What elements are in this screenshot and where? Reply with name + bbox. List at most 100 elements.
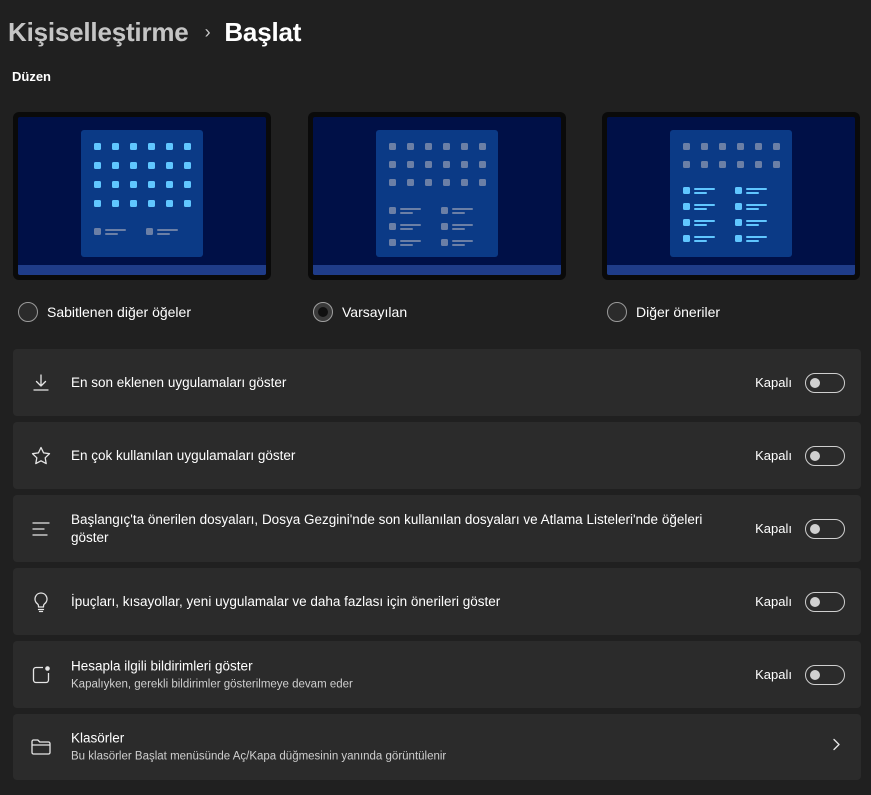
preview-tile <box>389 179 396 186</box>
layout-radio-default[interactable]: Varsayılan <box>313 302 566 322</box>
preview-tile <box>773 161 780 168</box>
preview-tile <box>389 223 396 230</box>
layout-option-more-pins[interactable]: Sabitlenen diğer öğeler <box>13 112 271 322</box>
radio-button[interactable] <box>18 302 38 322</box>
preview-line <box>452 244 465 246</box>
preview-line <box>452 208 473 210</box>
preview-tile <box>701 143 708 150</box>
preview-line <box>746 208 759 210</box>
preview-tile <box>719 143 726 150</box>
tips-toggle[interactable] <box>805 591 845 612</box>
toggle-knob <box>810 377 820 388</box>
setting-title: En son eklenen uygulamaları göster <box>71 374 287 390</box>
most-used-apps-toggle[interactable] <box>805 445 845 466</box>
layout-preview-default[interactable] <box>308 112 566 280</box>
preview-tile <box>719 161 726 168</box>
preview-tile <box>443 161 450 168</box>
layout-option-more-recommendations[interactable]: Diğer öneriler <box>602 112 860 322</box>
preview-line <box>694 224 707 226</box>
list-lines-icon <box>30 518 52 540</box>
setting-folders[interactable]: Klasörler Bu klasörler Başlat menüsünde … <box>13 714 861 780</box>
preview-line <box>746 220 767 222</box>
layout-option-default[interactable]: Varsayılan <box>308 112 566 322</box>
preview-tile <box>683 143 690 150</box>
preview-tile <box>94 181 101 188</box>
breadcrumb-separator-icon: › <box>204 21 211 42</box>
preview-tile <box>479 161 486 168</box>
toggle-group: Kapalı <box>755 445 845 466</box>
setting-text: En son eklenen uygulamaları göster <box>71 374 731 392</box>
radio-button-selected[interactable] <box>313 302 333 322</box>
recent-apps-toggle[interactable] <box>805 372 845 393</box>
layout-preview-more-recommendations[interactable] <box>602 112 860 280</box>
preview-tile <box>389 161 396 168</box>
preview-tile <box>389 239 396 246</box>
preview-tile <box>683 187 690 194</box>
toggle-state-label: Kapalı <box>755 594 792 609</box>
preview-tile <box>112 162 119 169</box>
radio-button[interactable] <box>607 302 627 322</box>
layout-preview-more-pins[interactable] <box>13 112 271 280</box>
preview-tile <box>148 143 155 150</box>
preview-tile <box>94 200 101 207</box>
toggle-state-label: Kapalı <box>755 375 792 390</box>
preview-line <box>157 233 170 235</box>
recommended-files-toggle[interactable] <box>805 518 845 539</box>
preview-line <box>400 224 421 226</box>
preview-tile <box>184 200 191 207</box>
preview-tile <box>683 219 690 226</box>
setting-tips-suggestions[interactable]: İpuçları, kısayollar, yeni uygulamalar v… <box>13 568 861 635</box>
preview-line <box>746 192 759 194</box>
folder-icon <box>30 736 52 758</box>
preview-tile <box>443 143 450 150</box>
preview-tile <box>94 162 101 169</box>
toggle-state-label: Kapalı <box>755 521 792 536</box>
preview-tile <box>130 200 137 207</box>
preview-line <box>105 229 126 231</box>
setting-title: Hesapla ilgili bildirimleri göster <box>71 658 253 673</box>
preview-tile <box>461 161 468 168</box>
preview-line <box>694 220 715 222</box>
preview-tile <box>683 235 690 242</box>
setting-text: Klasörler Bu klasörler Başlat menüsünde … <box>71 730 731 765</box>
preview-tile <box>94 228 101 235</box>
preview-tile <box>773 143 780 150</box>
preview-tile <box>461 143 468 150</box>
chevron-right-icon[interactable] <box>831 738 841 757</box>
setting-subtitle: Kapalıyken, gerekli bildirimler gösteril… <box>71 678 353 690</box>
preview-screen <box>607 117 855 275</box>
setting-title: İpuçları, kısayollar, yeni uygulamalar v… <box>71 593 501 609</box>
account-notifications-toggle[interactable] <box>805 664 845 685</box>
preview-tile <box>479 143 486 150</box>
preview-tile <box>112 143 119 150</box>
setting-recommended-files[interactable]: Başlangıç'ta önerilen dosyaları, Dosya G… <box>13 495 861 562</box>
preview-tile <box>184 162 191 169</box>
settings-page: Kişiselleştirme › Başlat Düzen Sabitlene… <box>0 0 871 795</box>
toggle-knob <box>810 450 820 461</box>
layout-radio-more-recommendations[interactable]: Diğer öneriler <box>607 302 860 322</box>
breadcrumb-parent-link[interactable]: Kişiselleştirme <box>8 17 189 48</box>
preview-tile <box>755 143 762 150</box>
preview-line <box>746 236 767 238</box>
preview-tile <box>441 223 448 230</box>
preview-screen <box>313 117 561 275</box>
setting-subtitle: Bu klasörler Başlat menüsünde Aç/Kapa dü… <box>71 750 447 763</box>
layout-radio-more-pins[interactable]: Sabitlenen diğer öğeler <box>18 302 271 322</box>
preview-line <box>694 208 707 210</box>
preview-tile <box>737 161 744 168</box>
preview-tile <box>389 143 396 150</box>
setting-recent-apps[interactable]: En son eklenen uygulamaları göster Kapal… <box>13 349 861 416</box>
preview-line <box>400 240 421 242</box>
preview-tile <box>148 181 155 188</box>
preview-tile <box>735 187 742 194</box>
preview-line <box>452 224 473 226</box>
preview-tile <box>130 162 137 169</box>
preview-taskbar <box>313 265 561 275</box>
preview-line <box>746 188 767 190</box>
setting-account-notifications[interactable]: Hesapla ilgili bildirimleri göster Kapal… <box>13 641 861 708</box>
setting-most-used-apps[interactable]: En çok kullanılan uygulamaları göster Ka… <box>13 422 861 489</box>
preview-tile <box>112 200 119 207</box>
preview-tile <box>425 143 432 150</box>
preview-line <box>452 240 473 242</box>
preview-tile <box>735 235 742 242</box>
